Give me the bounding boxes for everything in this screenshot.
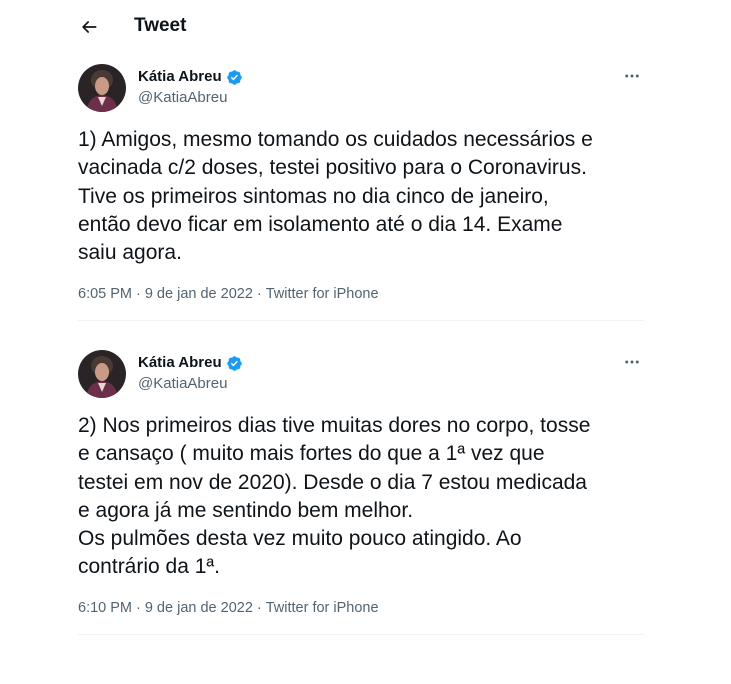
avatar[interactable]: [78, 350, 126, 398]
meta-separator: ·: [136, 286, 141, 302]
tweet-meta: 6:10 PM · 9 de jan de 2022 · Twitter for…: [78, 598, 379, 618]
avatar[interactable]: [78, 64, 126, 112]
divider: [78, 634, 644, 635]
verified-badge-icon: [226, 69, 243, 86]
tweet-date[interactable]: 9 de jan de 2022: [145, 598, 253, 618]
verified-badge-icon: [226, 355, 243, 372]
tweet-source[interactable]: Twitter for iPhone: [266, 598, 379, 618]
tweet-time[interactable]: 6:10 PM: [78, 598, 132, 618]
tweet-text: 1) Amigos, mesmo tomando os cuidados nec…: [78, 128, 593, 265]
more-horizontal-icon: [625, 360, 639, 364]
user-name[interactable]: Kátia Abreu: [138, 67, 222, 87]
tweet-time[interactable]: 6:05 PM: [78, 284, 132, 304]
tweet-text: 2) Nos primeiros dias tive muitas dores …: [78, 414, 591, 579]
tweet-meta: 6:05 PM · 9 de jan de 2022 · Twitter for…: [78, 284, 379, 304]
tweet-date[interactable]: 9 de jan de 2022: [145, 284, 253, 304]
avatar-image: [78, 350, 126, 398]
arrow-left-icon: [82, 21, 97, 33]
user-name[interactable]: Kátia Abreu: [138, 353, 222, 373]
avatar-image: [78, 64, 126, 112]
user-handle[interactable]: @KatiaAbreu: [138, 88, 227, 108]
more-options-button[interactable]: [620, 352, 644, 372]
user-name-row: Kátia Abreu: [138, 353, 243, 373]
tweet-source[interactable]: Twitter for iPhone: [266, 284, 379, 304]
tweet-header: Tweet: [0, 0, 731, 53]
meta-separator: ·: [256, 286, 262, 302]
meta-separator: ·: [256, 600, 262, 616]
more-options-button[interactable]: [620, 66, 644, 86]
meta-separator: ·: [136, 600, 141, 616]
page-title: Tweet: [134, 15, 187, 36]
user-name-row: Kátia Abreu: [138, 67, 243, 87]
user-handle[interactable]: @KatiaAbreu: [138, 374, 227, 394]
divider: [78, 320, 644, 321]
more-horizontal-icon: [625, 74, 639, 78]
back-button[interactable]: [74, 12, 104, 42]
